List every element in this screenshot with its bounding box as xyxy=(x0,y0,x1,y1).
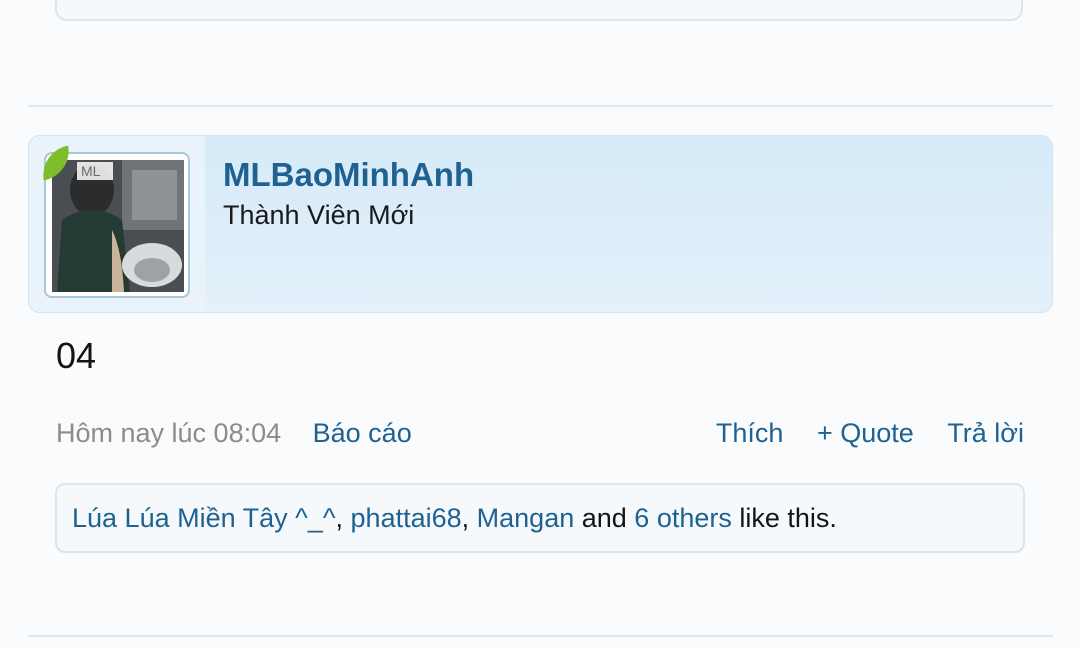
reply-button[interactable]: Trả lời xyxy=(947,418,1024,448)
forum-thread-page: ML MLBaoMinhAnh Thành Viên Mới 04 Hôm na… xyxy=(0,0,1080,648)
likes-separator: , xyxy=(461,503,477,533)
previous-post-likes-box xyxy=(55,0,1023,21)
svg-text:ML: ML xyxy=(81,163,101,179)
avatar-image: ML xyxy=(52,160,184,292)
likes-suffix-text: like this. xyxy=(731,503,837,533)
post-user-header: ML MLBaoMinhAnh Thành Viên Mới xyxy=(28,135,1053,313)
avatar-panel: ML xyxy=(29,136,205,312)
report-link[interactable]: Báo cáo xyxy=(313,418,412,448)
liker-link[interactable]: Mangan xyxy=(477,503,575,533)
liker-link[interactable]: phattai68 xyxy=(351,503,462,533)
post-divider xyxy=(28,105,1053,107)
post-message: 04 xyxy=(56,335,97,376)
quote-button[interactable]: + Quote xyxy=(817,418,914,448)
username-link[interactable]: MLBaoMinhAnh xyxy=(223,156,474,194)
liker-link[interactable]: Lúa Lúa Miền Tây ^_^ xyxy=(72,503,336,533)
likes-separator: , xyxy=(335,503,351,533)
post-divider xyxy=(28,635,1053,637)
avatar-photo-icon: ML xyxy=(52,160,184,292)
post-meta-left: Hôm nay lúc 08:04 Báo cáo xyxy=(56,418,412,449)
likes-and-text: and xyxy=(574,503,635,533)
post-timestamp[interactable]: Hôm nay lúc 08:04 xyxy=(56,418,281,448)
likes-summary: Lúa Lúa Miền Tây ^_^, phattai68, Mangan … xyxy=(55,483,1025,553)
post-actions: Thích + Quote Trả lời xyxy=(690,418,1024,449)
others-link[interactable]: 6 others xyxy=(634,503,732,533)
user-title: Thành Viên Mới xyxy=(223,200,415,230)
avatar[interactable]: ML xyxy=(44,152,190,298)
like-button[interactable]: Thích xyxy=(716,418,784,448)
